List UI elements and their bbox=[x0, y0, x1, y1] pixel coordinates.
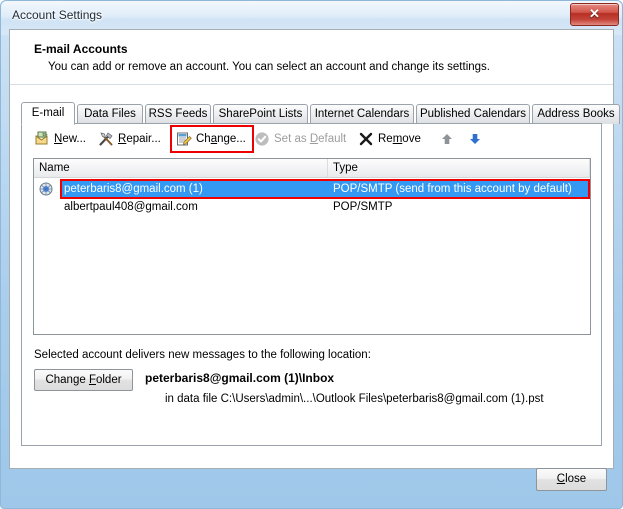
window-close-icon: ✕ bbox=[589, 6, 600, 21]
tabstrip: E-mail Data Files RSS Feeds SharePoint List… bbox=[21, 102, 620, 125]
delivery-location-label: Selected account delivers new messages t… bbox=[34, 349, 371, 361]
account-type-cell: POP/SMTP (send from this account by defa… bbox=[333, 183, 572, 195]
delivery-data-file: in data file C:\Users\admin\...\Outlook … bbox=[165, 393, 544, 405]
dialog-client-area: E-mail Accounts You can add or remove an… bbox=[9, 29, 620, 469]
window-close-button[interactable]: ✕ bbox=[570, 3, 619, 26]
toolbar-remove-label: Remove bbox=[378, 133, 421, 145]
close-button[interactable]: Close bbox=[536, 468, 607, 491]
remove-x-icon bbox=[358, 131, 374, 147]
move-down-arrow-icon bbox=[468, 132, 482, 154]
account-name-cell: albertpaul408@gmail.com bbox=[64, 201, 198, 213]
toolbar-move-down-button[interactable] bbox=[468, 128, 484, 150]
new-account-icon bbox=[34, 131, 50, 147]
window-titlebar[interactable]: Account Settings ✕ bbox=[1, 1, 623, 31]
tab-address-books[interactable]: Address Books bbox=[532, 104, 620, 124]
email-tab-panel: New... Repair... Change... Set as Default Re… bbox=[21, 123, 602, 446]
toolbar-new-label: New... bbox=[54, 133, 86, 145]
window-title: Account Settings bbox=[12, 8, 103, 22]
account-settings-window: Account Settings ✕ E-mail Accounts You c… bbox=[0, 0, 623, 509]
listview-header: Name Type bbox=[34, 159, 590, 178]
account-row[interactable]: peterbaris8@gmail.com (1) POP/SMTP (send … bbox=[34, 180, 590, 198]
tab-published-calendars[interactable]: Published Calendars bbox=[416, 104, 530, 124]
toolbar-move-up-button[interactable] bbox=[440, 128, 456, 150]
column-header-name[interactable]: Name bbox=[34, 159, 328, 177]
tab-data-files[interactable]: Data Files bbox=[77, 104, 143, 124]
tab-internet-calendars[interactable]: Internet Calendars bbox=[310, 104, 414, 124]
page-subtitle: You can add or remove an account. You ca… bbox=[48, 61, 490, 73]
account-type-cell: POP/SMTP bbox=[333, 201, 393, 213]
delivery-location-path: peterbaris8@gmail.com (1)\Inbox bbox=[145, 371, 335, 385]
change-account-icon bbox=[176, 131, 192, 147]
change-folder-button[interactable]: Change Folder bbox=[34, 369, 133, 391]
account-name-cell: peterbaris8@gmail.com (1) bbox=[64, 183, 203, 195]
page-title: E-mail Accounts bbox=[34, 42, 128, 56]
column-header-type[interactable]: Type bbox=[328, 159, 590, 177]
tab-e-mail[interactable]: E-mail bbox=[21, 102, 75, 125]
tab-sharepoint-lists[interactable]: SharePoint Lists bbox=[213, 104, 308, 124]
accounts-toolbar: New... Repair... Change... Set as Default Re… bbox=[22, 124, 601, 155]
tab-rss-feeds[interactable]: RSS Feeds bbox=[145, 104, 211, 124]
move-up-arrow-icon bbox=[440, 132, 454, 154]
check-circle-icon bbox=[254, 131, 270, 147]
toolbar-repair-label: Repair... bbox=[118, 133, 161, 145]
header-band: E-mail Accounts You can add or remove an… bbox=[10, 30, 613, 85]
account-row[interactable]: albertpaul408@gmail.com POP/SMTP bbox=[34, 198, 590, 216]
accounts-listview[interactable]: Name Type peterbaris8@gmail.com (1) POP/SM… bbox=[33, 158, 591, 335]
default-account-icon bbox=[39, 182, 53, 196]
repair-tools-icon bbox=[98, 131, 114, 147]
toolbar-set-as-default-label: Set as Default bbox=[274, 133, 347, 145]
toolbar-change-label: Change... bbox=[196, 133, 246, 145]
